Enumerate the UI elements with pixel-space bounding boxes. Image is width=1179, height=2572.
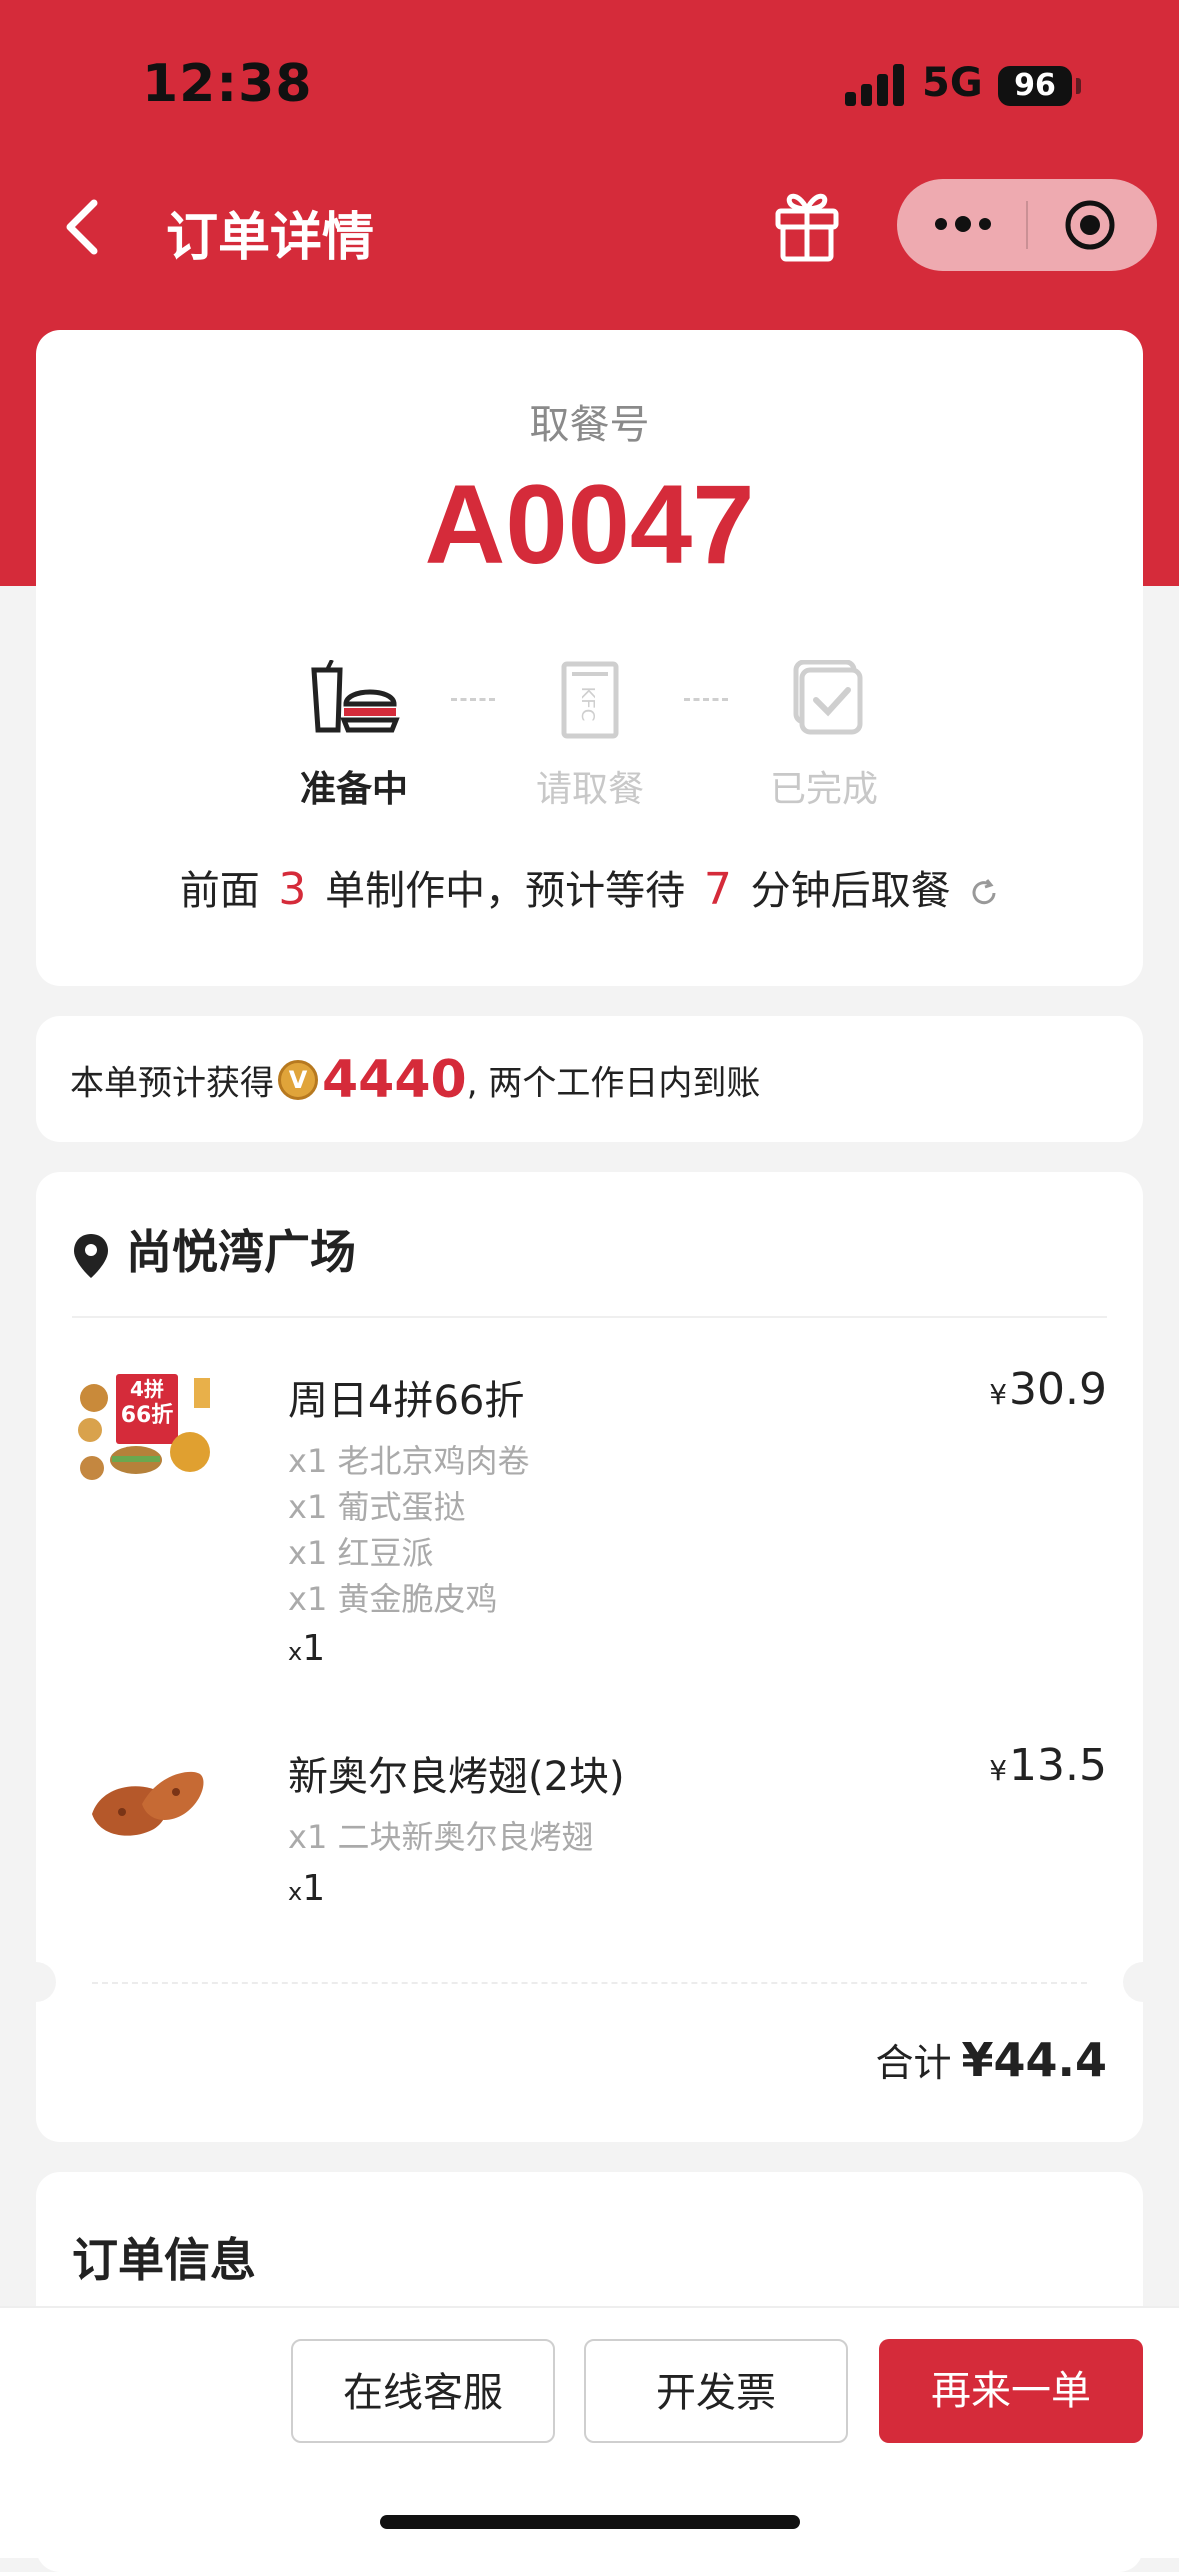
store-name: 尚悦湾广场 bbox=[72, 1216, 356, 1282]
burger-meal-icon bbox=[311, 659, 400, 733]
step-label-completed: 已完成 bbox=[769, 769, 878, 810]
reorder-button[interactable]: 再来一单 bbox=[879, 2339, 1143, 2443]
wings-product-image bbox=[72, 1744, 222, 1864]
step-completed: 已完成 bbox=[744, 659, 904, 812]
location-pin-icon bbox=[74, 1233, 108, 1278]
thumb-text-1: 4拼 bbox=[130, 1377, 164, 1401]
item-price-value: 13.5 bbox=[1009, 1740, 1107, 1791]
online-support-button[interactable]: 在线客服 bbox=[291, 2339, 555, 2443]
qty-value: 1 bbox=[302, 1868, 326, 1909]
ticket-notch-left bbox=[16, 1962, 56, 2002]
wait-prefix: 前面 bbox=[179, 868, 260, 914]
capsule-divider bbox=[1026, 201, 1028, 249]
battery-tip bbox=[1076, 78, 1081, 94]
invoice-button[interactable]: 开发票 bbox=[584, 2339, 848, 2443]
total-label: 合计 bbox=[875, 2041, 952, 2085]
home-indicator[interactable] bbox=[380, 2515, 800, 2529]
qty-prefix: x bbox=[288, 1878, 303, 1906]
item-subitem: x1 黄金脆皮鸡 bbox=[288, 1580, 498, 1618]
coin-icon: V bbox=[278, 1060, 318, 1100]
order-item: 新奥尔良烤翅(2块) ¥13.5 x1 二块新奥尔良烤翅 x1 bbox=[72, 1740, 1107, 1944]
wait-suffix: 分钟后取餐 bbox=[750, 868, 951, 914]
currency-symbol: ¥ bbox=[989, 1378, 1008, 1411]
wait-middle: 单制作中，预计等待 bbox=[325, 868, 686, 914]
more-icon[interactable] bbox=[933, 209, 993, 239]
step-label-ready: 请取餐 bbox=[535, 769, 644, 810]
step-connector bbox=[684, 698, 728, 701]
step-connector bbox=[451, 698, 495, 701]
order-info-title: 订单信息 bbox=[72, 2233, 256, 2287]
back-arrow-icon[interactable] bbox=[60, 197, 110, 257]
status-bar: 12:38 5G 96 bbox=[0, 0, 1179, 175]
combo-product-image: 4拼 66折 bbox=[72, 1368, 222, 1488]
kfc-bag-icon: KFC bbox=[561, 661, 619, 739]
pickup-label: 取餐号 bbox=[529, 402, 650, 448]
network-type: 5G bbox=[922, 60, 983, 106]
thumb-text-2: 66折 bbox=[121, 1403, 174, 1428]
points-suffix: , 两个工作日内到账 bbox=[466, 1063, 761, 1104]
gift-icon[interactable] bbox=[772, 187, 842, 263]
item-qty: x1 bbox=[288, 1628, 325, 1669]
pickup-card: 取餐号 A0047 准备中 KFC 请取餐 已完成 前面 3 单制作中，预计等待… bbox=[36, 330, 1143, 986]
qty-value: 1 bbox=[302, 1628, 326, 1669]
total-amount: ¥44.4 bbox=[961, 2033, 1107, 2087]
qty-prefix: x bbox=[288, 1638, 303, 1666]
status-time: 12:38 bbox=[142, 54, 313, 114]
store-name-text: 尚悦湾广场 bbox=[126, 1225, 356, 1279]
step-ready: KFC 请取餐 bbox=[510, 660, 670, 812]
item-price: ¥30.9 bbox=[989, 1364, 1107, 1415]
close-miniprogram-icon[interactable] bbox=[1064, 199, 1116, 251]
item-price: ¥13.5 bbox=[989, 1740, 1107, 1791]
pickup-code: A0047 bbox=[424, 462, 755, 587]
divider bbox=[72, 1316, 1107, 1318]
wait-estimate: 前面 3 单制作中，预计等待 7 分钟后取餐 bbox=[36, 858, 1143, 916]
orders-ahead: 3 bbox=[278, 864, 307, 915]
item-price-value: 30.9 bbox=[1009, 1364, 1107, 1415]
item-subitem: x1 红豆派 bbox=[288, 1534, 434, 1572]
mini-program-capsule bbox=[897, 179, 1157, 271]
battery-icon: 96 bbox=[998, 66, 1072, 106]
signal-icon bbox=[845, 62, 905, 106]
completed-check-icon bbox=[793, 659, 863, 735]
item-subitem: x1 二块新奥尔良烤翅 bbox=[288, 1818, 594, 1856]
points-prefix: 本单预计获得 bbox=[70, 1063, 274, 1104]
order-item: 4拼 66折 周日4拼66折 ¥30.9 x1 老北京鸡肉卷 x1 葡式蛋挞 x… bbox=[72, 1364, 1107, 1698]
step-label-preparing: 准备中 bbox=[299, 769, 408, 810]
nav-bar: 订单详情 bbox=[0, 175, 1179, 285]
page-title: 订单详情 bbox=[166, 208, 375, 268]
svg-text:KFC: KFC bbox=[577, 687, 598, 722]
points-amount: 4440 bbox=[322, 1050, 467, 1110]
ticket-notch-right bbox=[1123, 1962, 1163, 2002]
wait-minutes: 7 bbox=[703, 864, 732, 915]
item-qty: x1 bbox=[288, 1868, 325, 1909]
order-items-card: 尚悦湾广场 4拼 66折 周日4拼66折 ¥30.9 x1 老北京鸡肉卷 x1 … bbox=[16, 1172, 1163, 2142]
currency-symbol: ¥ bbox=[989, 1754, 1008, 1787]
item-subitem: x1 葡式蛋挞 bbox=[288, 1488, 466, 1526]
points-card: 本单预计获得 V 4440, 两个工作日内到账 bbox=[36, 1016, 1143, 1142]
points-line: 本单预计获得 V 4440, 两个工作日内到账 bbox=[70, 1050, 760, 1110]
perforation-line bbox=[92, 1982, 1087, 1984]
item-name: 周日4拼66折 bbox=[288, 1378, 525, 1424]
refresh-icon[interactable] bbox=[969, 878, 999, 908]
step-preparing: 准备中 bbox=[274, 659, 434, 812]
item-subitem: x1 老北京鸡肉卷 bbox=[288, 1442, 530, 1480]
item-name: 新奥尔良烤翅(2块) bbox=[288, 1754, 625, 1800]
order-total: 合计 ¥44.4 bbox=[875, 2032, 1107, 2087]
